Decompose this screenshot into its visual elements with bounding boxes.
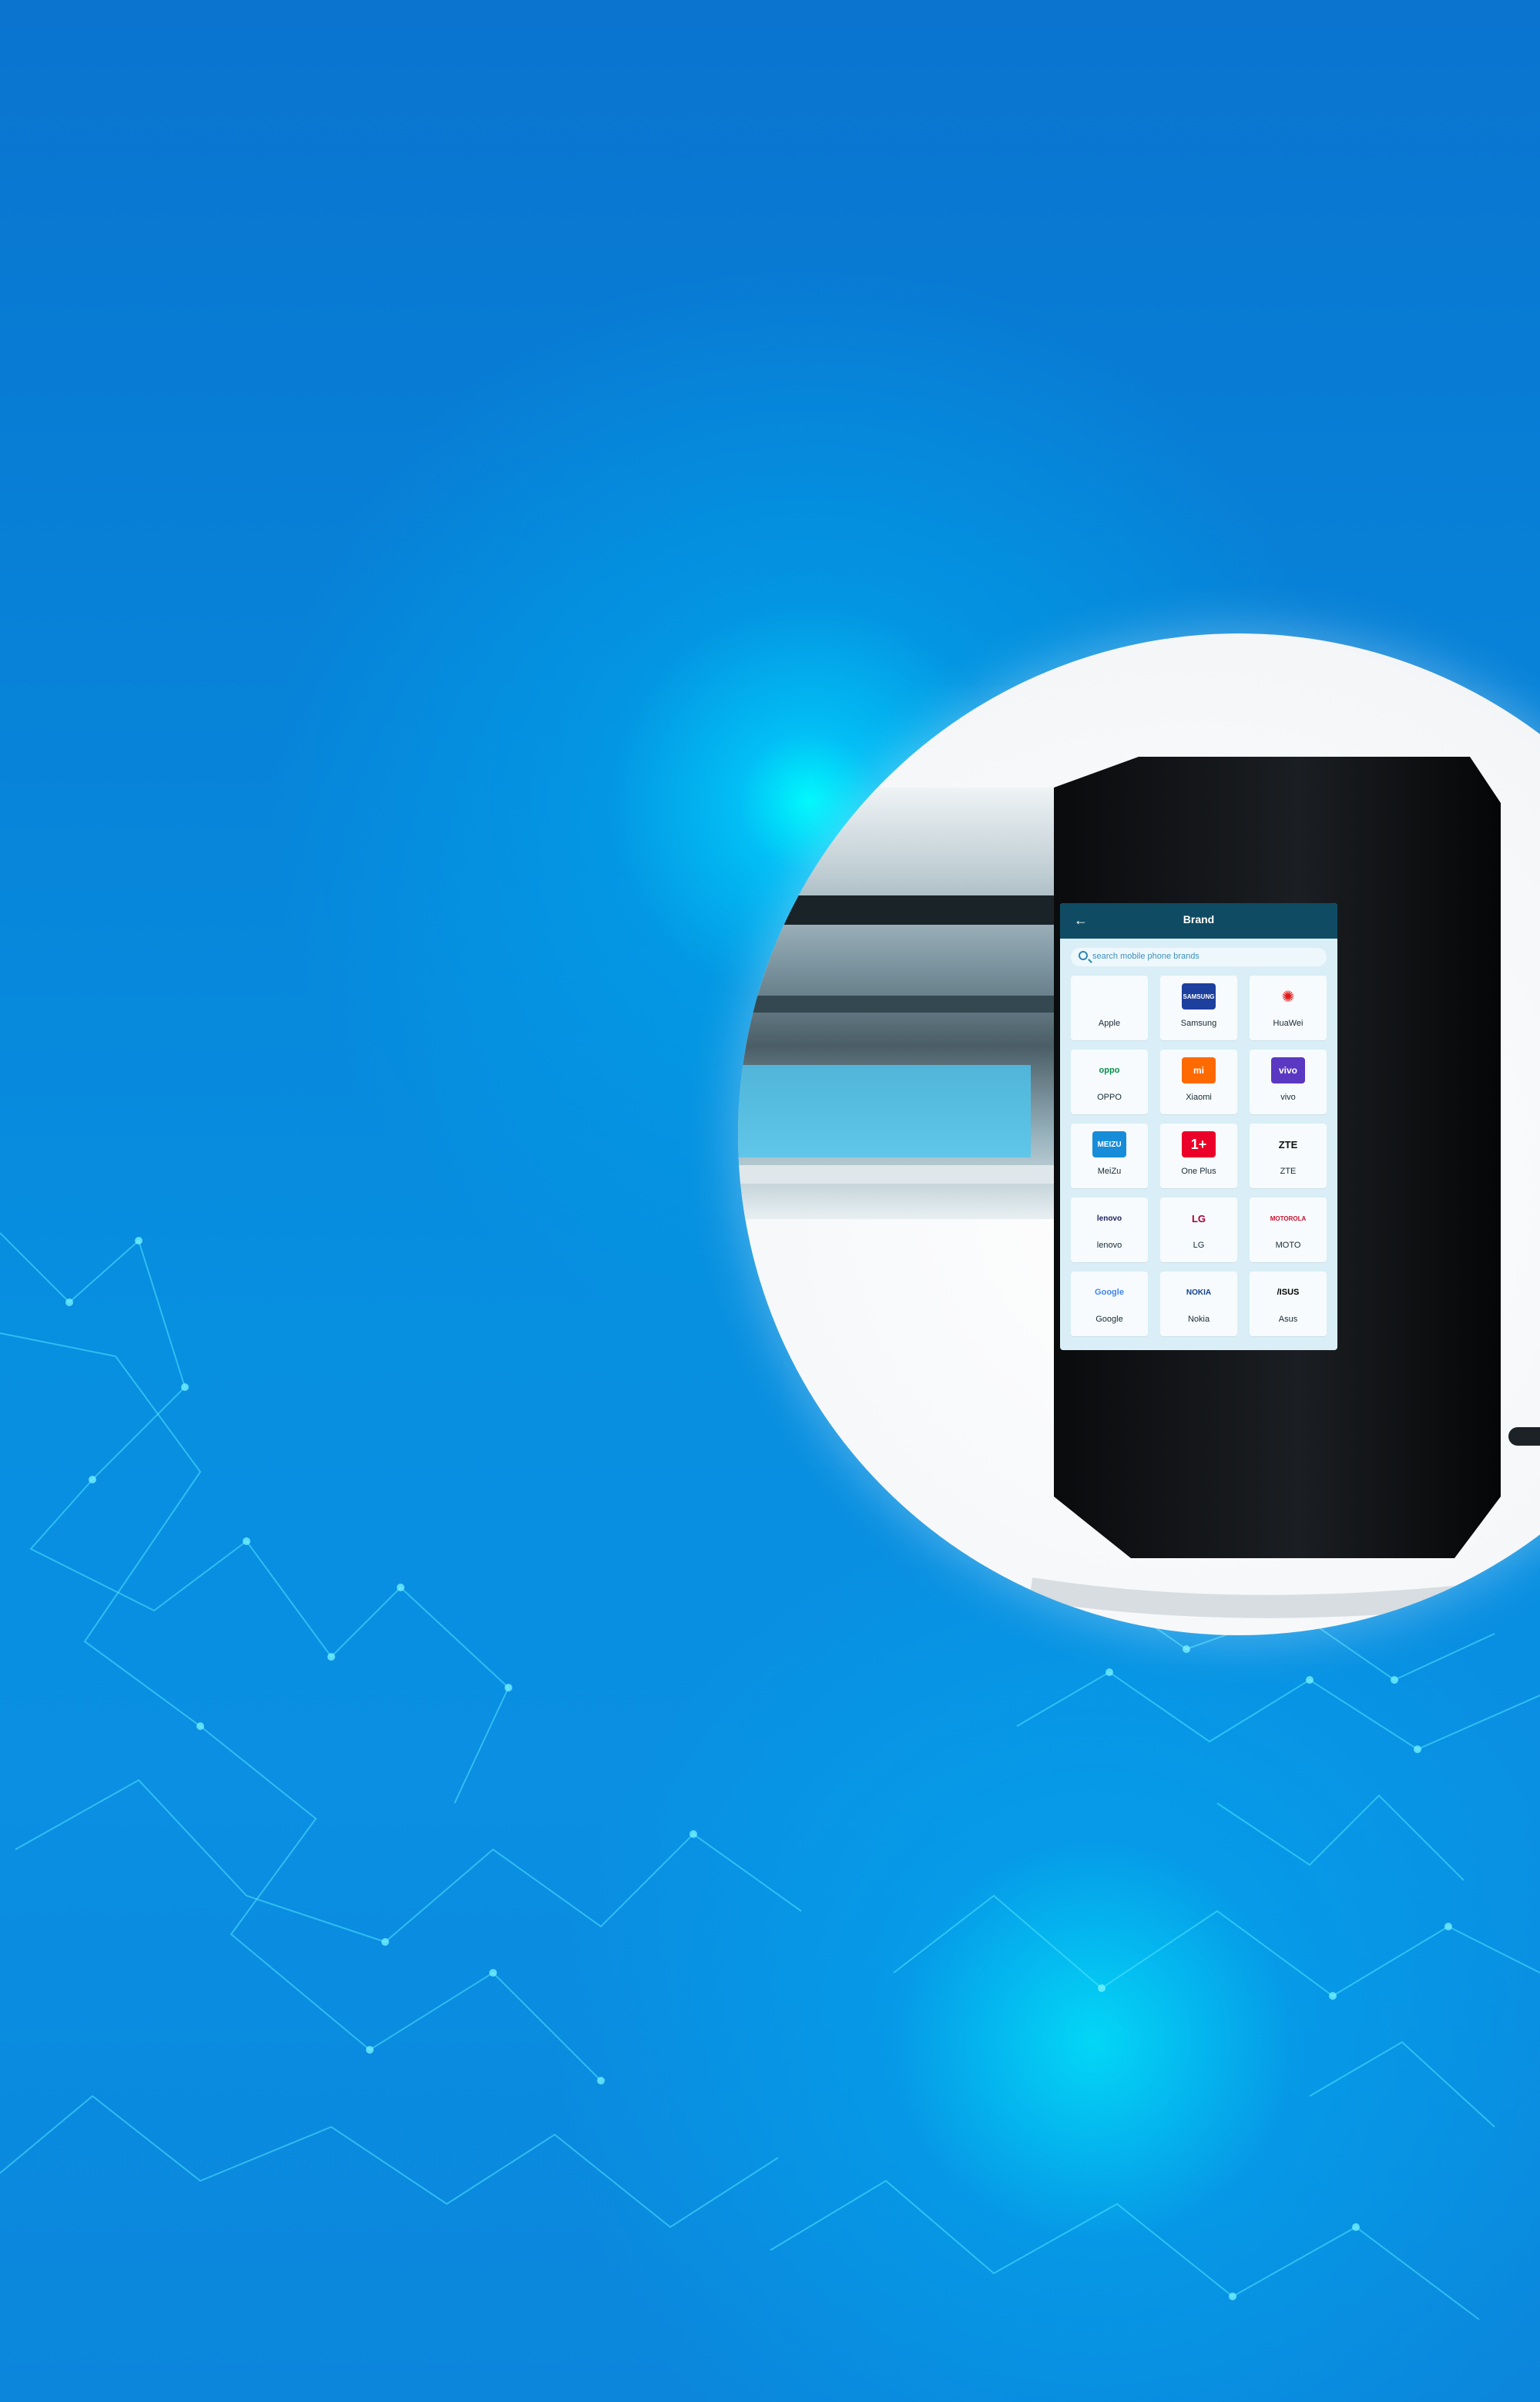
- brand-tile-lenovo[interactable]: lenovo lenovo: [1071, 1198, 1148, 1262]
- brand-tile-asus[interactable]: /ISUS Asus: [1250, 1272, 1327, 1336]
- brand-tile-meizu[interactable]: MEIZU MeiZu: [1071, 1124, 1148, 1188]
- hero-banner: ← Brand search mobile phone brands Apple…: [0, 0, 1540, 2402]
- brand-tile-huawei[interactable]: ✺ HuaWei: [1250, 976, 1327, 1040]
- brand-tile-oppo[interactable]: oppo OPPO: [1071, 1050, 1148, 1114]
- lg-logo: LG: [1191, 1212, 1206, 1225]
- nokia-logo: NOKIA: [1186, 1288, 1212, 1297]
- device-touchscreen: ← Brand search mobile phone brands Apple…: [1060, 903, 1337, 1350]
- brand-tile-moto[interactable]: MOTOROLA MOTO: [1250, 1198, 1327, 1262]
- moto-logo: MOTOROLA: [1270, 1214, 1307, 1222]
- lenovo-logo: lenovo: [1096, 1214, 1122, 1223]
- google-logo: Google: [1095, 1288, 1124, 1297]
- huawei-logo: ✺: [1281, 988, 1295, 1006]
- samsung-logo: SAMSUNG: [1182, 983, 1216, 1010]
- brand-header: ← Brand: [1060, 903, 1337, 939]
- oneplus-logo: 1+: [1182, 1131, 1216, 1157]
- brand-tile-xiaomi[interactable]: mi Xiaomi: [1160, 1050, 1237, 1114]
- brand-tile-apple[interactable]: Apple: [1071, 976, 1148, 1040]
- brand-tile-nokia[interactable]: NOKIA Nokia: [1160, 1272, 1237, 1336]
- brand-tile-lg[interactable]: LG LG: [1160, 1198, 1237, 1262]
- product-photo: ← Brand search mobile phone brands Apple…: [738, 633, 1540, 1635]
- vivo-logo: vivo: [1271, 1057, 1305, 1083]
- brand-tile-google[interactable]: Google Google: [1071, 1272, 1148, 1336]
- brand-tile-samsung[interactable]: SAMSUNG Samsung: [1160, 976, 1237, 1040]
- brand-title: Brand: [1183, 913, 1215, 926]
- zte-logo: ZTE: [1278, 1138, 1298, 1151]
- brand-tile-vivo[interactable]: vivo vivo: [1250, 1050, 1327, 1114]
- search-placeholder: search mobile phone brands: [1092, 952, 1199, 961]
- brand-search[interactable]: search mobile phone brands: [1071, 948, 1327, 966]
- brand-tile-oneplus[interactable]: 1+ One Plus: [1160, 1124, 1237, 1188]
- apple-icon: [1092, 983, 1126, 1010]
- xiaomi-logo: mi: [1182, 1057, 1216, 1083]
- meizu-logo: MEIZU: [1092, 1131, 1126, 1157]
- search-icon: [1079, 951, 1088, 960]
- asus-logo: /ISUS: [1277, 1288, 1300, 1297]
- brand-tile-zte[interactable]: ZTE ZTE: [1250, 1124, 1327, 1188]
- oppo-logo: oppo: [1099, 1066, 1120, 1075]
